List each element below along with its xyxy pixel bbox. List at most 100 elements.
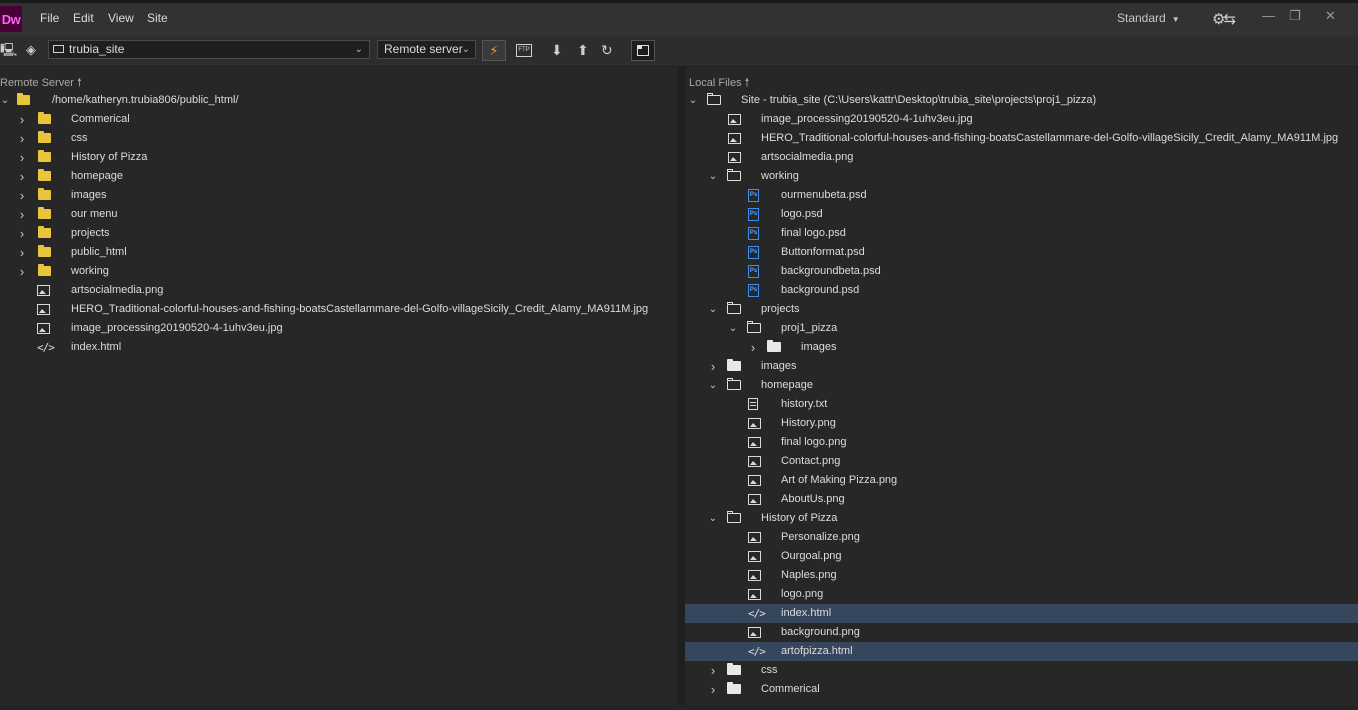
local-root-label: Site - trubia_site (C:\Users\kattr\Deskt…: [741, 94, 1097, 106]
chevron-right-icon[interactable]: ›: [17, 129, 27, 148]
remote-list-item[interactable]: › working: [0, 262, 678, 281]
image-file-icon: [748, 418, 761, 429]
chevron-right-icon[interactable]: ›: [17, 148, 27, 167]
git-icon[interactable]: ◈: [26, 41, 36, 59]
menu-file[interactable]: File: [40, 11, 59, 25]
chevron-right-icon[interactable]: ›: [17, 110, 27, 129]
chevron-right-icon[interactable]: ›: [17, 205, 27, 224]
local-list-item[interactable]: Art of Making Pizza.png: [685, 471, 1358, 490]
remote-list-item[interactable]: › our menu: [0, 205, 678, 224]
chevron-right-icon[interactable]: ›: [708, 661, 718, 680]
connect-icon[interactable]: ⚡: [482, 40, 506, 61]
pane-divider[interactable]: [678, 66, 685, 710]
chevron-right-icon[interactable]: ›: [17, 186, 27, 205]
menu-edit[interactable]: Edit: [73, 11, 94, 25]
chevron-down-icon[interactable]: ⌄: [708, 300, 718, 319]
local-list-item[interactable]: History.png: [685, 414, 1358, 433]
remote-list-item[interactable]: artsocialmedia.png: [0, 281, 678, 300]
local-list-item[interactable]: Contact.png: [685, 452, 1358, 471]
image-file-icon: [748, 570, 761, 581]
local-list-item[interactable]: Naples.png: [685, 566, 1358, 585]
restore-icon[interactable]: ❐: [1289, 8, 1301, 24]
file-name: logo.psd: [781, 208, 823, 220]
remote-list-item[interactable]: image_processing20190520-4-1uhv3eu.jpg: [0, 319, 678, 338]
remote-list-item[interactable]: </> index.html: [0, 338, 678, 357]
close-icon[interactable]: ✕: [1325, 8, 1336, 24]
local-list-item[interactable]: </> artofpizza.html: [685, 642, 1358, 661]
local-list-item[interactable]: Ps ourmenubeta.psd: [685, 186, 1358, 205]
local-list-item[interactable]: › images: [685, 357, 1358, 376]
local-list-item[interactable]: image_processing20190520-4-1uhv3eu.jpg: [685, 110, 1358, 129]
chevron-right-icon[interactable]: ›: [708, 680, 718, 699]
local-list-item[interactable]: Ps logo.psd: [685, 205, 1358, 224]
get-down-arrow-icon[interactable]: ⬇: [551, 41, 563, 59]
sync-settings-gear-icon[interactable]: ⚙⇆: [1212, 10, 1236, 28]
chevron-right-icon[interactable]: ›: [17, 262, 27, 281]
local-list-item[interactable]: ⌄ homepage: [685, 376, 1358, 395]
local-list-item[interactable]: HERO_Traditional-colorful-houses-and-fis…: [685, 129, 1358, 148]
local-root-row[interactable]: ⌄ Site - trubia_site (C:\Users\kattr\Des…: [685, 91, 1358, 110]
remote-list-item[interactable]: › projects: [0, 224, 678, 243]
folder-open-icon: [727, 511, 741, 523]
local-list-item[interactable]: artsocialmedia.png: [685, 148, 1358, 167]
local-list-item[interactable]: Ps backgroundbeta.psd: [685, 262, 1358, 281]
file-name: final logo.psd: [781, 227, 846, 239]
local-list-item[interactable]: › images: [685, 338, 1358, 357]
local-list-item[interactable]: Ps final logo.psd: [685, 224, 1358, 243]
local-list-item[interactable]: ⌄ History of Pizza: [685, 509, 1358, 528]
remote-list-item[interactable]: › images: [0, 186, 678, 205]
image-file-icon: [748, 589, 761, 600]
local-list-item[interactable]: AboutUs.png: [685, 490, 1358, 509]
image-file-icon: [728, 114, 741, 125]
view-select[interactable]: Remote server ⌄: [377, 40, 476, 59]
local-list-item[interactable]: logo.png: [685, 585, 1358, 604]
chevron-right-icon[interactable]: ›: [17, 167, 27, 186]
chevron-right-icon[interactable]: ›: [17, 243, 27, 262]
file-name: Naples.png: [781, 569, 837, 581]
local-list-item[interactable]: ⌄ projects: [685, 300, 1358, 319]
chevron-right-icon[interactable]: ›: [748, 338, 758, 357]
local-list-item[interactable]: background.png: [685, 623, 1358, 642]
remote-root-label: /home/katheryn.trubia806/public_html/: [52, 94, 239, 106]
local-list-item[interactable]: Ps Buttonformat.psd: [685, 243, 1358, 262]
local-list-item[interactable]: history.txt: [685, 395, 1358, 414]
chevron-down-icon[interactable]: ⌄: [708, 509, 718, 528]
local-list-item[interactable]: › css: [685, 661, 1358, 680]
local-list-item[interactable]: Personalize.png: [685, 528, 1358, 547]
local-list-item[interactable]: ⌄ working: [685, 167, 1358, 186]
chevron-down-icon[interactable]: ⌄: [728, 319, 738, 338]
file-name: ourmenubeta.psd: [781, 189, 867, 201]
chevron-down-icon[interactable]: ⌄: [708, 167, 718, 186]
remote-list-item[interactable]: › homepage: [0, 167, 678, 186]
file-name: history.txt: [781, 398, 828, 410]
site-select[interactable]: trubia_site ⌄: [48, 40, 370, 59]
local-list-item[interactable]: </> index.html: [685, 604, 1358, 623]
ftp-log-icon[interactable]: FTP: [516, 44, 532, 57]
local-list-item[interactable]: › Commerical: [685, 680, 1358, 699]
chevron-down-icon[interactable]: ⌄: [688, 91, 698, 110]
remote-list-item[interactable]: › css: [0, 129, 678, 148]
manage-sites-icon[interactable]: 🖳: [0, 41, 17, 59]
chevron-down-icon[interactable]: ⌄: [0, 91, 10, 110]
menu-site[interactable]: Site: [147, 11, 168, 25]
remote-root-row[interactable]: ⌄ /home/katheryn.trubia806/public_html/: [0, 91, 678, 110]
workspace-switcher[interactable]: Standard ▼: [1117, 11, 1180, 25]
folder-icon: [38, 226, 51, 238]
remote-list-item[interactable]: HERO_Traditional-colorful-houses-and-fis…: [0, 300, 678, 319]
local-list-item[interactable]: Ps background.psd: [685, 281, 1358, 300]
local-list-item[interactable]: Ourgoal.png: [685, 547, 1358, 566]
chevron-right-icon[interactable]: ›: [17, 224, 27, 243]
remote-list-item[interactable]: › public_html: [0, 243, 678, 262]
refresh-icon[interactable]: ↻: [601, 41, 613, 59]
local-list-item[interactable]: ⌄ proj1_pizza: [685, 319, 1358, 338]
local-list-item[interactable]: final logo.png: [685, 433, 1358, 452]
chevron-right-icon[interactable]: ›: [708, 357, 718, 376]
put-up-arrow-icon[interactable]: ⬆: [577, 41, 589, 59]
remote-list-item[interactable]: › History of Pizza: [0, 148, 678, 167]
remote-list-item[interactable]: › Commerical: [0, 110, 678, 129]
minimize-icon[interactable]: —: [1262, 8, 1275, 23]
file-name: backgroundbeta.psd: [781, 265, 881, 277]
chevron-down-icon[interactable]: ⌄: [708, 376, 718, 395]
menu-view[interactable]: View: [108, 11, 134, 25]
expand-panel-icon[interactable]: [631, 40, 655, 61]
